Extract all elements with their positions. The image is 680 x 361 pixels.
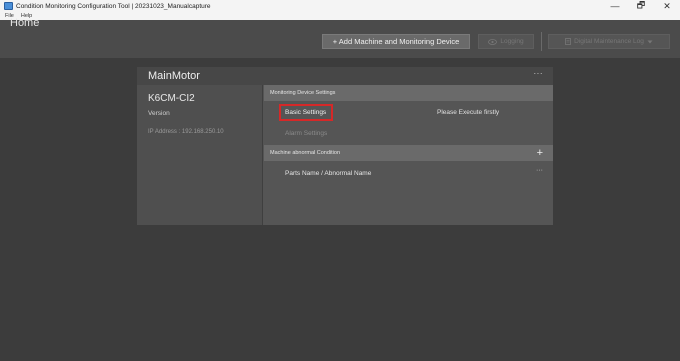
- add-machine-button[interactable]: + Add Machine and Monitoring Device: [322, 34, 470, 49]
- window-title: Condition Monitoring Configuration Tool …: [16, 2, 211, 10]
- device-name: K6CM-CI2: [148, 93, 195, 104]
- abnormal-condition-title: Machine abnormal Condition: [270, 150, 341, 156]
- machine-card-header: MainMotor ···: [137, 67, 553, 85]
- window-controls: — 🗗 ✕: [602, 0, 680, 12]
- monitoring-settings-section: Monitoring Device Settings: [264, 85, 553, 101]
- device-info-panel: K6CM-CI2 Version IP Address : 192.168.25…: [137, 85, 263, 225]
- menu-bar: File Help: [0, 12, 680, 20]
- machine-card: MainMotor ··· K6CM-CI2 Version IP Addres…: [137, 67, 553, 225]
- app-window-icon: [4, 2, 13, 10]
- header-divider: [541, 32, 542, 51]
- settings-panel: Monitoring Device Settings Basic Setting…: [264, 85, 553, 225]
- close-button[interactable]: ✕: [654, 0, 680, 12]
- monitoring-settings-title: Monitoring Device Settings: [270, 90, 336, 96]
- document-icon: [565, 38, 572, 45]
- title-bar: Condition Monitoring Configuration Tool …: [0, 0, 680, 12]
- ip-address: IP Address : 192.168.250.10: [148, 129, 224, 135]
- basic-settings-link[interactable]: Basic Settings: [285, 109, 326, 116]
- alarm-settings-link[interactable]: Alarm Settings: [285, 130, 327, 137]
- logging-button[interactable]: Logging: [478, 34, 534, 49]
- execute-hint: Please Execute firstly: [437, 109, 500, 116]
- version-label: Version: [148, 110, 170, 117]
- dml-label: Digital Maintenance Log: [574, 38, 644, 45]
- add-condition-icon[interactable]: +: [537, 145, 543, 161]
- machine-menu-icon[interactable]: ···: [534, 69, 544, 78]
- page-title: Home: [10, 17, 40, 29]
- digital-maintenance-log-button[interactable]: Digital Maintenance Log: [548, 34, 670, 49]
- parts-name-item[interactable]: Parts Name / Abnormal Name: [285, 170, 371, 177]
- parts-menu-icon[interactable]: ···: [536, 167, 543, 174]
- minimize-button[interactable]: —: [602, 0, 628, 12]
- abnormal-condition-section: Machine abnormal Condition +: [264, 145, 553, 161]
- eye-icon: [488, 38, 498, 45]
- logging-label: Logging: [500, 38, 524, 45]
- maximize-button[interactable]: 🗗: [628, 0, 654, 12]
- chevron-down-icon: [647, 40, 653, 43]
- machine-name: MainMotor: [148, 70, 200, 82]
